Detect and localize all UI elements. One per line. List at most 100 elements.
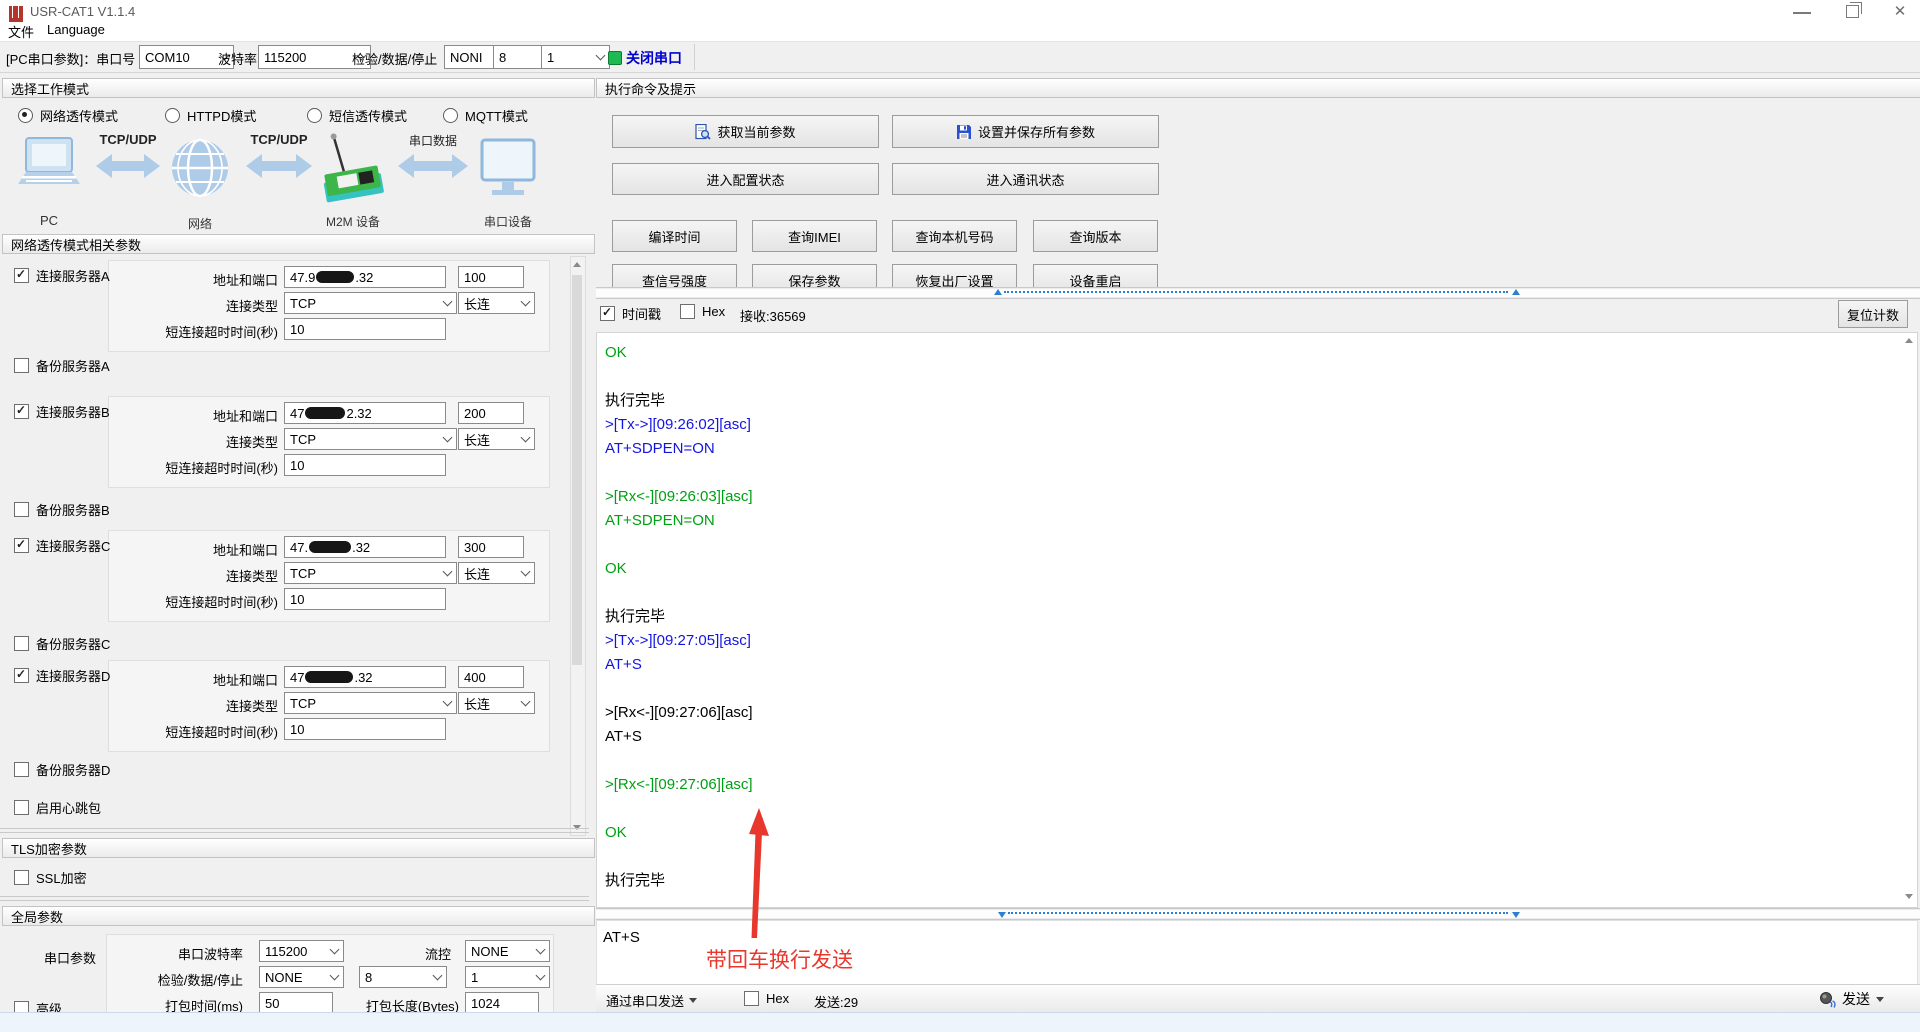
query-version-button[interactable]: 查询版本 bbox=[1033, 220, 1158, 252]
server-d-backup-checkbox[interactable]: 备份服务器D bbox=[14, 760, 110, 779]
send-hex-checkbox[interactable]: Hex bbox=[744, 991, 789, 1006]
stopbits-select[interactable]: 1 bbox=[541, 45, 610, 69]
radio-label: MQTT模式 bbox=[465, 106, 528, 125]
server-b-conn-type-select[interactable]: TCP bbox=[284, 428, 457, 450]
packlen-input[interactable]: 1024 bbox=[465, 992, 539, 1014]
log-area[interactable]: OK执行完毕>[Tx->][09:26:02][asc]AT+SDPEN=ON>… bbox=[596, 332, 1918, 908]
commands-header-label: 执行命令及提示 bbox=[605, 79, 696, 98]
server-c-port-input[interactable]: 300 bbox=[458, 536, 524, 558]
server-a-conn-type-select[interactable]: TCP bbox=[284, 292, 457, 314]
log-top-splitter[interactable] bbox=[596, 287, 1920, 299]
send-input-text[interactable]: AT+S bbox=[603, 929, 640, 946]
chevron-down-icon bbox=[1876, 997, 1884, 1002]
server-a-timeout-input[interactable]: 10 bbox=[284, 318, 446, 340]
server-c-keepalive-select[interactable]: 长连 bbox=[458, 562, 535, 584]
timestamp-checkbox[interactable]: 时间戳 bbox=[600, 304, 661, 323]
server-d-keepalive-select[interactable]: 长连 bbox=[458, 692, 535, 714]
server-b-enable-checkbox[interactable]: 连接服务器B bbox=[14, 402, 110, 421]
button-label: 编译时间 bbox=[648, 227, 700, 246]
splitter-handle-icon[interactable] bbox=[1512, 289, 1520, 295]
query-imei-button[interactable]: 查询IMEI bbox=[752, 220, 877, 252]
splitter-handle-icon[interactable] bbox=[998, 912, 1006, 918]
server-b-port-input[interactable]: 200 bbox=[458, 402, 524, 424]
log-scroll-up-icon[interactable] bbox=[1905, 338, 1913, 343]
ssl-checkbox[interactable]: SSL加密 bbox=[14, 868, 87, 887]
log-line: >[Rx<-][09:27:06][asc] bbox=[605, 701, 1917, 725]
server-c-enable-checkbox[interactable]: 连接服务器C bbox=[14, 536, 110, 555]
addr-port-label: 地址和端口 bbox=[128, 270, 278, 289]
timeout-value: 10 bbox=[290, 592, 304, 607]
server-a-backup-checkbox[interactable]: 备份服务器A bbox=[14, 356, 110, 375]
checkbox-icon bbox=[14, 800, 29, 815]
close-port-button[interactable]: 关闭串口 bbox=[626, 48, 682, 68]
log-scroll-down-icon[interactable] bbox=[1905, 894, 1913, 899]
server-c-conn-type-select[interactable]: TCP bbox=[284, 562, 457, 584]
radio-sms-mode[interactable]: 短信透传模式 bbox=[307, 106, 407, 125]
port-value: 100 bbox=[464, 270, 486, 285]
server-a-enable-checkbox[interactable]: 连接服务器A bbox=[14, 266, 110, 285]
server-d-address-input[interactable]: 47.32 bbox=[284, 666, 446, 688]
reset-counter-button[interactable]: 复位计数 bbox=[1838, 300, 1908, 328]
set-save-params-button[interactable]: 设置并保存所有参数 bbox=[892, 115, 1159, 148]
keepalive-value: 长连 bbox=[464, 430, 490, 449]
radio-icon bbox=[443, 108, 458, 123]
button-label: 查询本机号码 bbox=[915, 227, 993, 246]
port-value: 400 bbox=[464, 670, 486, 685]
port-value: 200 bbox=[464, 406, 486, 421]
chevron-down-icon bbox=[433, 971, 443, 981]
compile-time-button[interactable]: 编译时间 bbox=[612, 220, 737, 252]
menu-item-file[interactable]: 文件 bbox=[8, 22, 34, 41]
serial-stopbits-select[interactable]: 1 bbox=[465, 966, 550, 988]
server-b-address-input[interactable]: 472.32 bbox=[284, 402, 446, 424]
scroll-up-icon[interactable] bbox=[573, 262, 581, 267]
server-a-address-input[interactable]: 47.9.32 bbox=[284, 266, 446, 288]
server-a-port-input[interactable]: 100 bbox=[458, 266, 524, 288]
checkbox-icon bbox=[14, 538, 29, 553]
button-label: 获取当前参数 bbox=[717, 122, 795, 141]
params-scrollbar[interactable] bbox=[570, 256, 586, 836]
server-a-keepalive-select[interactable]: 长连 bbox=[458, 292, 535, 314]
radio-net-transparent-mode[interactable]: 网络透传模式 bbox=[18, 106, 118, 125]
save-icon bbox=[956, 124, 972, 140]
splitter-handle-icon[interactable] bbox=[1512, 912, 1520, 918]
scrollbar-thumb[interactable] bbox=[572, 275, 582, 665]
menu-item-language[interactable]: Language bbox=[47, 22, 105, 37]
address-suffix: .32 bbox=[352, 540, 370, 555]
server-c-timeout-input[interactable]: 10 bbox=[284, 588, 446, 610]
send-button[interactable]: 发送 bbox=[1818, 989, 1884, 1009]
serial-parity-value: NONE bbox=[265, 970, 303, 985]
send-top-splitter[interactable] bbox=[596, 908, 1920, 920]
heartbeat-checkbox[interactable]: 启用心跳包 bbox=[14, 798, 101, 817]
log-hex-checkbox[interactable]: Hex bbox=[680, 304, 725, 319]
server-b-timeout-input[interactable]: 10 bbox=[284, 454, 446, 476]
checkbox-label: 时间戳 bbox=[622, 304, 661, 323]
chevron-down-icon bbox=[521, 697, 531, 707]
radio-mqtt-mode[interactable]: MQTT模式 bbox=[443, 106, 528, 125]
global-params-header: 全局参数 bbox=[2, 906, 595, 926]
conn-type-label: 连接类型 bbox=[128, 296, 278, 315]
server-d-enable-checkbox[interactable]: 连接服务器D bbox=[14, 666, 110, 685]
serial-baud-select[interactable]: 115200 bbox=[259, 940, 344, 962]
serial-databits-select[interactable]: 8 bbox=[359, 966, 447, 988]
server-d-port-input[interactable]: 400 bbox=[458, 666, 524, 688]
flow-select[interactable]: NONE bbox=[465, 940, 550, 962]
minimize-button[interactable] bbox=[1793, 12, 1811, 14]
splitter-handle-icon[interactable] bbox=[994, 289, 1002, 295]
app-icon bbox=[9, 6, 23, 22]
serial-parity-select[interactable]: NONE bbox=[259, 966, 344, 988]
close-icon[interactable]: ✕ bbox=[1890, 0, 1910, 22]
query-number-button[interactable]: 查询本机号码 bbox=[892, 220, 1017, 252]
server-d-timeout-input[interactable]: 10 bbox=[284, 718, 446, 740]
send-via-serial-button[interactable]: 通过串口发送 bbox=[606, 991, 697, 1010]
get-params-button[interactable]: 获取当前参数 bbox=[612, 115, 879, 148]
enter-comm-button[interactable]: 进入通讯状态 bbox=[892, 163, 1159, 195]
server-d-conn-type-select[interactable]: TCP bbox=[284, 692, 457, 714]
server-b-backup-checkbox[interactable]: 备份服务器B bbox=[14, 500, 110, 519]
packtime-input[interactable]: 50 bbox=[259, 992, 333, 1014]
server-c-backup-checkbox[interactable]: 备份服务器C bbox=[14, 634, 110, 653]
radio-httpd-mode[interactable]: HTTPD模式 bbox=[165, 106, 256, 125]
enter-config-button[interactable]: 进入配置状态 bbox=[612, 163, 879, 195]
server-b-keepalive-select[interactable]: 长连 bbox=[458, 428, 535, 450]
checkbox-label: 启用心跳包 bbox=[36, 798, 101, 817]
server-c-address-input[interactable]: 47..32 bbox=[284, 536, 446, 558]
